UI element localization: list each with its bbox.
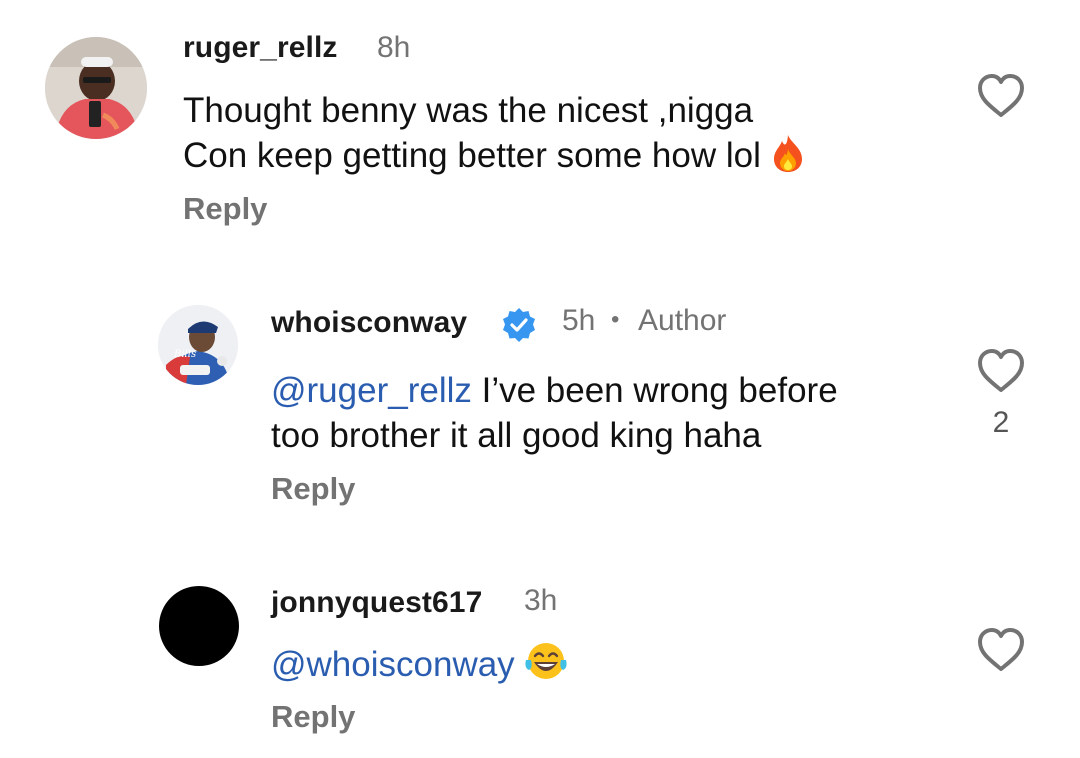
comment-text-line-1: Thought benny was the nicest ,nigga bbox=[183, 91, 754, 130]
comment-username[interactable]: jonnyquest617 bbox=[271, 586, 482, 620]
like-heart-icon[interactable] bbox=[976, 73, 1026, 119]
comment-username[interactable]: whoisconway bbox=[271, 306, 467, 340]
like-heart-icon[interactable] bbox=[976, 348, 1026, 394]
comment-whoisconway: Bills whoisconway 5h • Author @ruger_rel… bbox=[0, 280, 1080, 520]
mention-link[interactable]: @ruger_rellz bbox=[271, 371, 472, 410]
comment-timestamp: 5h bbox=[562, 304, 596, 337]
comment-text: @whoisconway bbox=[271, 640, 569, 693]
author-badge: Author bbox=[638, 304, 727, 337]
tears-of-joy-emoji bbox=[523, 640, 569, 693]
verified-badge-icon bbox=[501, 307, 537, 343]
meta-separator: • bbox=[611, 306, 620, 333]
comment-text-line-2-text: Con keep getting better some how lol bbox=[183, 136, 761, 175]
comment-text-line-1: @whoisconway bbox=[271, 640, 569, 693]
avatar-image: Bills bbox=[158, 305, 238, 385]
comment-text-line-1: @ruger_rellz I’ve been wrong before bbox=[271, 368, 838, 413]
comment-jonnyquest617: jonnyquest617 3h @whoisconway Reply bbox=[0, 560, 1080, 758]
comment-text-line-2: Con keep getting better some how lol bbox=[183, 133, 807, 184]
comment-text-line-2: too brother it all good king haha bbox=[271, 416, 762, 455]
comment-timestamp: 3h bbox=[524, 584, 558, 617]
avatar-image bbox=[45, 37, 147, 139]
comment-text: Thought benny was the nicest ,nigga Con … bbox=[183, 88, 807, 184]
reply-button[interactable]: Reply bbox=[271, 699, 355, 735]
comment-ruger-rellz: ruger_rellz 8h Thought benny was the nic… bbox=[0, 0, 1080, 250]
comment-username[interactable]: ruger_rellz bbox=[183, 31, 338, 65]
comment-text: @ruger_rellz I’ve been wrong before too … bbox=[271, 368, 838, 458]
comment-text-line-1-rest: I’ve been wrong before bbox=[471, 371, 838, 410]
mention-link[interactable]: @whoisconway bbox=[271, 645, 515, 684]
reply-button[interactable]: Reply bbox=[271, 471, 355, 507]
reply-button[interactable]: Reply bbox=[183, 191, 267, 227]
comment-timestamp: 8h bbox=[377, 31, 411, 64]
avatar-whoisconway[interactable]: Bills bbox=[158, 305, 238, 385]
svg-text:Bills: Bills bbox=[173, 349, 196, 360]
fire-emoji bbox=[769, 133, 807, 184]
like-heart-icon[interactable] bbox=[976, 627, 1026, 673]
avatar-jonnyquest617[interactable] bbox=[159, 586, 239, 666]
avatar-ruger-rellz[interactable] bbox=[45, 37, 147, 139]
like-count: 2 bbox=[992, 406, 1010, 439]
